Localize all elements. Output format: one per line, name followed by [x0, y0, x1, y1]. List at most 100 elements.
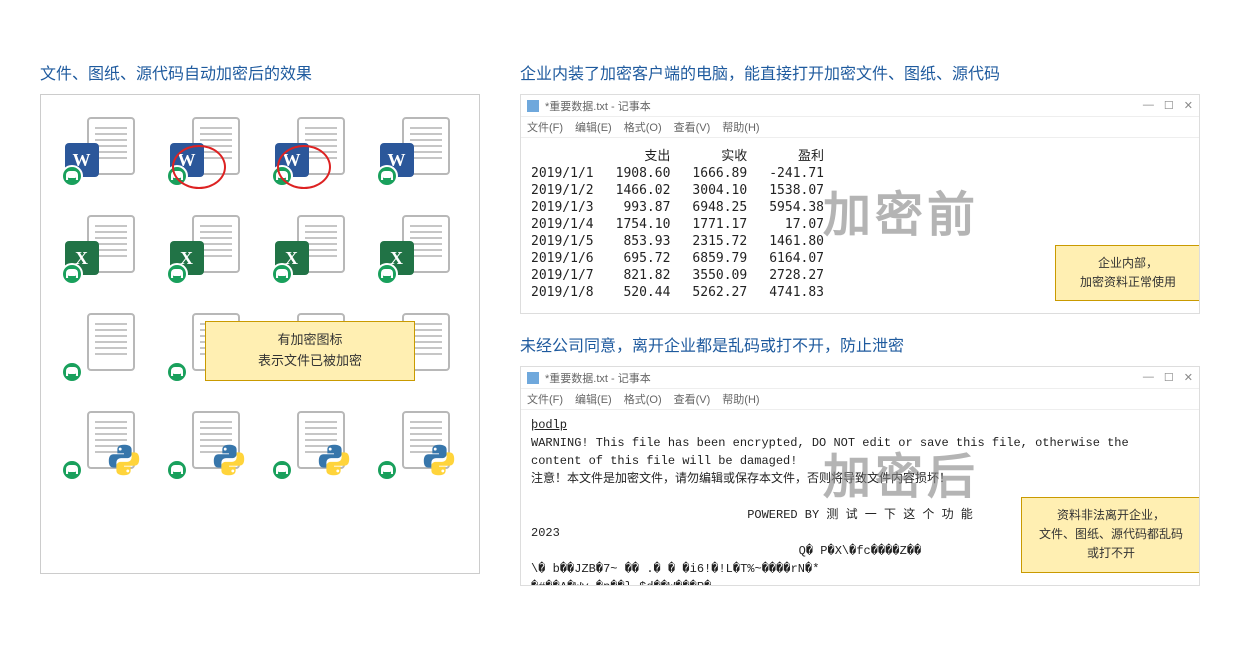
callout-text: 表示文件已被加密	[220, 351, 400, 372]
python-file-icon	[170, 409, 246, 477]
table-cell: 1466.02	[616, 182, 693, 199]
excel-file-icon: X	[170, 213, 246, 281]
table-cell: -241.71	[769, 165, 846, 182]
menu-view[interactable]: 查看(V)	[674, 391, 711, 407]
table-cell: 2019/1/4	[531, 216, 616, 233]
callout-text: 加密资料正常使用	[1070, 273, 1186, 292]
maximize-icon[interactable]: ☐	[1164, 371, 1174, 384]
python-icon	[420, 441, 458, 479]
menu-view[interactable]: 查看(V)	[674, 119, 711, 135]
table-cell: 2019/1/2	[531, 182, 616, 199]
lock-icon	[376, 165, 398, 187]
col-header: 实收	[692, 144, 769, 165]
garbled-line: þodlp	[531, 416, 1189, 434]
table-cell: 6164.07	[769, 250, 846, 267]
right-top-title: 企业内装了加密客户端的电脑，能直接打开加密文件、图纸、源代码	[520, 60, 1200, 84]
notepad-before: *重要数据.txt - 记事本 — ☐ ✕ 文件(F) 编辑(E) 格式(O) …	[520, 94, 1200, 314]
python-file-icon	[65, 409, 141, 477]
lock-icon	[166, 361, 188, 383]
table-row: 2019/1/11908.601666.89-241.71	[531, 165, 846, 182]
lock-icon	[61, 459, 83, 481]
python-file-icon	[380, 409, 456, 477]
notepad-app-icon	[527, 100, 539, 112]
word-file-icon: W	[380, 115, 456, 183]
menu-file[interactable]: 文件(F)	[527, 119, 563, 135]
notepad-titlebar[interactable]: *重要数据.txt - 记事本 — ☐ ✕	[521, 367, 1199, 389]
table-cell: 1771.17	[692, 216, 769, 233]
python-icon	[210, 441, 248, 479]
table-cell: 993.87	[616, 199, 693, 216]
callout-text: 文件、图纸、源代码都乱码或打不开	[1036, 525, 1186, 563]
notepad-menu[interactable]: 文件(F) 编辑(E) 格式(O) 查看(V) 帮助(H)	[521, 117, 1199, 138]
table-row: 2019/1/8520.445262.274741.83	[531, 284, 846, 301]
notepad-after: *重要数据.txt - 记事本 — ☐ ✕ 文件(F) 编辑(E) 格式(O) …	[520, 366, 1200, 586]
lock-icon	[166, 263, 188, 285]
table-cell: 1461.80	[769, 233, 846, 250]
table-cell: 1538.07	[769, 182, 846, 199]
excel-file-icon: X	[275, 213, 351, 281]
right-top-callout: 企业内部， 加密资料正常使用	[1055, 245, 1200, 301]
menu-format[interactable]: 格式(O)	[624, 119, 662, 135]
table-cell: 2019/1/8	[531, 284, 616, 301]
lock-icon	[376, 263, 398, 285]
notepad-titlebar[interactable]: *重要数据.txt - 记事本 — ☐ ✕	[521, 95, 1199, 117]
table-row: 2019/1/6695.726859.796164.07	[531, 250, 846, 267]
menu-help[interactable]: 帮助(H)	[722, 119, 759, 135]
table-cell: 2019/1/5	[531, 233, 616, 250]
table-cell: 2019/1/7	[531, 267, 616, 284]
callout-text: 企业内部，	[1070, 254, 1186, 273]
table-cell: 520.44	[616, 284, 693, 301]
menu-help[interactable]: 帮助(H)	[722, 391, 759, 407]
left-callout: 有加密图标 表示文件已被加密	[205, 321, 415, 381]
table-cell: 2019/1/6	[531, 250, 616, 267]
table-cell: 4741.83	[769, 284, 846, 301]
lock-icon	[166, 459, 188, 481]
table-cell: 1754.10	[616, 216, 693, 233]
minimize-icon[interactable]: —	[1143, 99, 1154, 112]
table-cell: 2019/1/3	[531, 199, 616, 216]
close-icon[interactable]: ✕	[1184, 99, 1193, 112]
word-file-icon: W	[170, 115, 246, 183]
icon-grid-box: W W W W X X X X 有加密图标 表示文件已被加密	[40, 94, 480, 574]
menu-format[interactable]: 格式(O)	[624, 391, 662, 407]
table-cell: 3550.09	[692, 267, 769, 284]
menu-file[interactable]: 文件(F)	[527, 391, 563, 407]
minimize-icon[interactable]: —	[1143, 371, 1154, 384]
notepad-app-icon	[527, 372, 539, 384]
right-bottom-title: 未经公司同意，离开企业都是乱码或打不开，防止泄密	[520, 332, 1200, 356]
table-cell: 2728.27	[769, 267, 846, 284]
notepad-menu[interactable]: 文件(F) 编辑(E) 格式(O) 查看(V) 帮助(H)	[521, 389, 1199, 410]
warning-line: content of this file will be damaged!	[531, 452, 1189, 470]
lock-icon	[271, 263, 293, 285]
table-cell: 6948.25	[692, 199, 769, 216]
table-row: 2019/1/5853.932315.721461.80	[531, 233, 846, 250]
table-cell: 17.07	[769, 216, 846, 233]
right-bottom-callout: 资料非法离开企业， 文件、图纸、源代码都乱码或打不开	[1021, 497, 1200, 573]
maximize-icon[interactable]: ☐	[1164, 99, 1174, 112]
warning-line-cn: 注意！本文件是加密文件，请勿编辑或保存本文件，否则将导致文件内容损坏！	[531, 470, 1189, 488]
text-file-icon	[65, 311, 141, 379]
menu-edit[interactable]: 编辑(E)	[575, 119, 612, 135]
word-file-icon: W	[275, 115, 351, 183]
table-cell: 853.93	[616, 233, 693, 250]
table-cell: 6859.79	[692, 250, 769, 267]
lock-icon	[376, 459, 398, 481]
table-cell: 695.72	[616, 250, 693, 267]
data-table: 支出 实收 盈利 2019/1/11908.601666.89-241.7120…	[531, 144, 846, 301]
close-icon[interactable]: ✕	[1184, 371, 1193, 384]
excel-file-icon: X	[380, 213, 456, 281]
table-cell: 3004.10	[692, 182, 769, 199]
table-cell: 5262.27	[692, 284, 769, 301]
word-file-icon: W	[65, 115, 141, 183]
python-icon	[315, 441, 353, 479]
warning-line: WARNING! This file has been encrypted, D…	[531, 434, 1189, 452]
lock-icon	[61, 263, 83, 285]
table-cell: 2019/1/1	[531, 165, 616, 182]
python-icon	[105, 441, 143, 479]
lock-icon	[61, 361, 83, 383]
menu-edit[interactable]: 编辑(E)	[575, 391, 612, 407]
table-row: 2019/1/7821.823550.092728.27	[531, 267, 846, 284]
col-header: 盈利	[769, 144, 846, 165]
lock-icon	[166, 165, 188, 187]
excel-file-icon: X	[65, 213, 141, 281]
